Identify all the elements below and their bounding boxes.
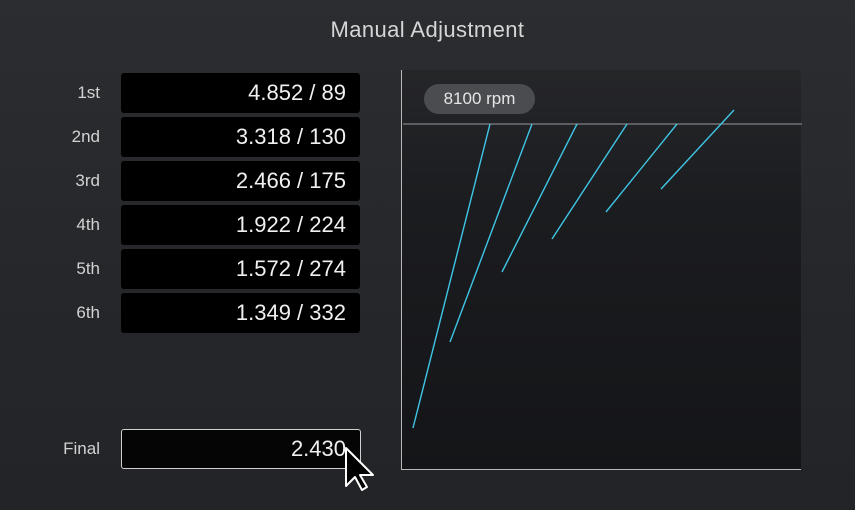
gear-line-4th [551,123,628,240]
final-drive-label: Final [63,439,100,458]
gear-line-3rd [501,123,578,273]
gear-ratio-field-3rd[interactable]: 2.466 / 175 [121,161,360,201]
gear-line-5th [605,123,678,213]
gear-label-4th: 4th [76,215,100,234]
panel-title: Manual Adjustment [330,17,525,42]
gear-ratio-field-5th[interactable]: 1.572 / 274 [121,249,360,289]
gear-ratio-field-2nd[interactable]: 3.318 / 130 [121,117,360,157]
gear-ratio-graph [401,70,802,470]
gear-ratio-field-4th[interactable]: 1.922 / 224 [121,205,360,245]
gear-label-5th: 5th [76,259,100,278]
gear-label-1st: 1st [77,83,100,102]
mouse-cursor-icon [345,447,374,491]
gear-label-6th: 6th [76,303,100,322]
gear-label-3rd: 3rd [75,171,100,190]
gear-ratio-field-6th[interactable]: 1.349 / 332 [121,293,360,333]
gear-line-6th [660,109,735,190]
gear-ratio-graph-svg [403,109,802,429]
gear-label-2nd: 2nd [71,127,100,146]
rpm-badge: 8100 rpm [424,84,535,114]
gear-line-1st [412,123,491,429]
gear-ratio-field-1st[interactable]: 4.852 / 89 [121,73,360,113]
manual-adjustment-panel: Manual Adjustment 1st 4.852 / 89 2nd 3.3… [0,0,855,510]
final-drive-field[interactable]: 2.430 [121,429,361,469]
